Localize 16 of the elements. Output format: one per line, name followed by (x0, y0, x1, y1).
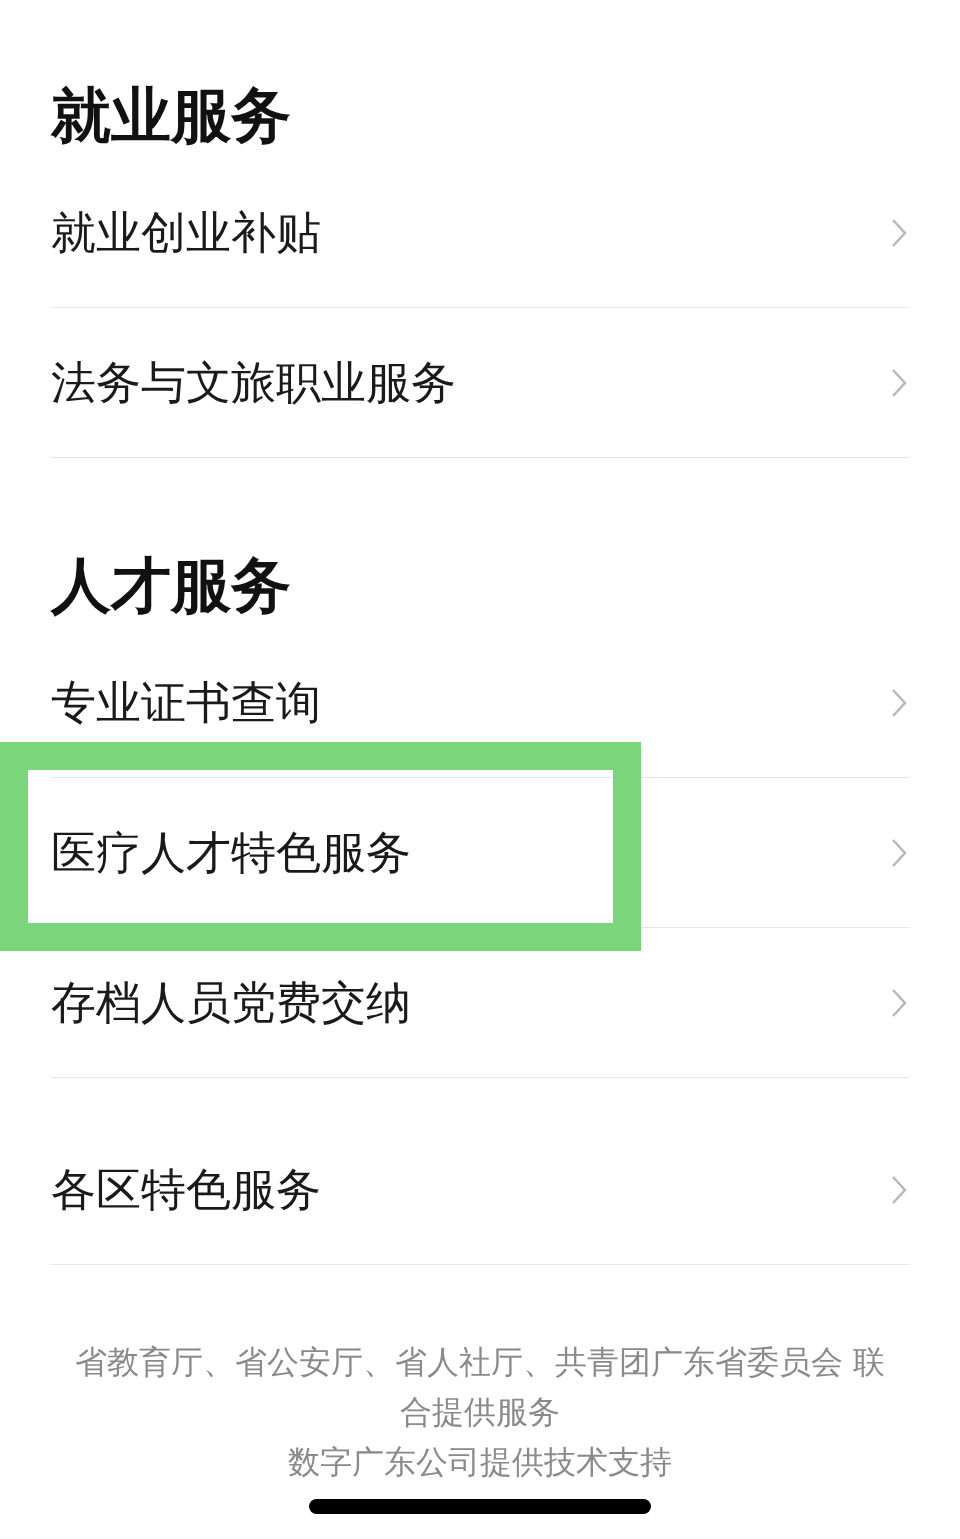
menu-item[interactable]: 各区特色服务 (51, 1115, 909, 1265)
section-title: 就业服务 (51, 79, 292, 152)
chevron-icon (891, 217, 907, 248)
section-title: 人才服务 (51, 549, 292, 622)
menu-item[interactable]: 就业创业补贴 (51, 158, 909, 308)
chevron-icon (891, 837, 907, 868)
menu-item[interactable]: 存档人员党费交纳 (51, 928, 909, 1078)
menu-item[interactable]: 专业证书查询 (51, 628, 909, 778)
menu-item[interactable]: 医疗人才特色服务 (51, 778, 909, 928)
footer-text: 数字广东公司提供技术支持 (287, 1442, 673, 1483)
chevron-icon (891, 1174, 907, 1205)
footer-text: 省教育厅、省公安厅、省人社厅、共青团广东省委员会 联合提供服务 (73, 1342, 887, 1433)
chevron-icon (891, 987, 907, 1018)
chevron-icon (891, 687, 907, 718)
chevron-icon (891, 367, 907, 398)
menu-item[interactable]: 法务与文旅职业服务 (51, 308, 909, 458)
